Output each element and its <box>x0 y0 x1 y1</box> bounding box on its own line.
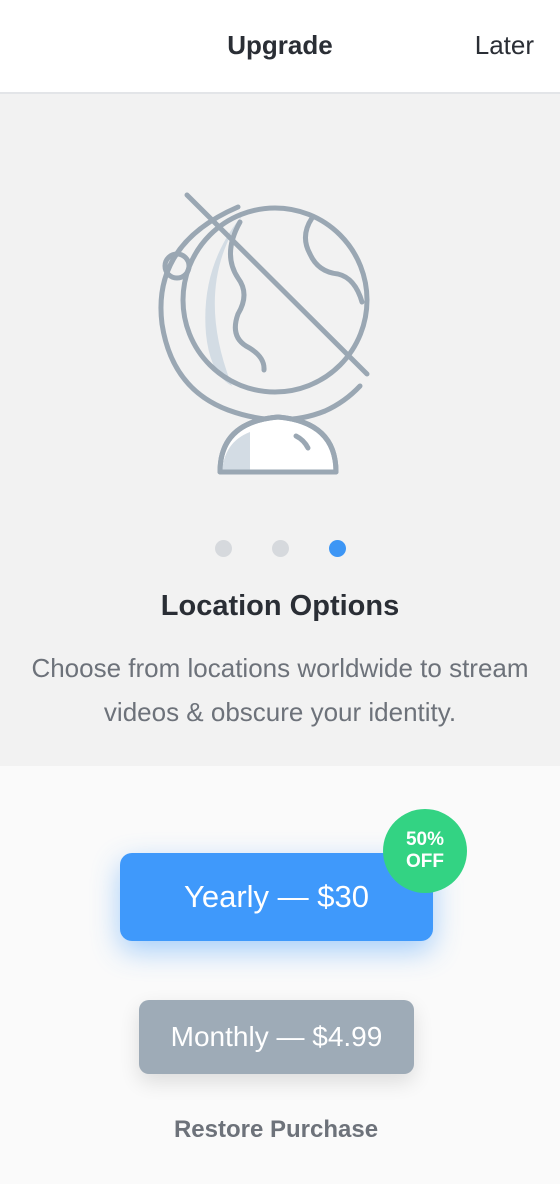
feature-description: Choose from locations worldwide to strea… <box>31 653 529 727</box>
pagination-dot-3[interactable] <box>328 540 346 557</box>
discount-badge: 50% OFF <box>383 809 467 893</box>
pagination-dot-1[interactable] <box>214 540 232 557</box>
upgrade-screen: Upgrade Later Location Options Choose fr… <box>0 0 560 1184</box>
feature-title: Location Options <box>160 590 400 622</box>
globe-icon <box>158 192 370 475</box>
later-button[interactable]: Later <box>475 30 534 61</box>
pagination-dots <box>0 540 560 557</box>
pagination-dot-2[interactable] <box>271 540 289 557</box>
discount-badge-percent: 50% <box>405 829 445 850</box>
feature-carousel: Location Options Choose from locations w… <box>0 94 560 766</box>
monthly-plan-label: Monthly — $4.99 <box>170 1021 383 1052</box>
monthly-plan-button[interactable]: Monthly — $4.99 <box>139 1000 414 1074</box>
discount-badge-off: OFF <box>406 851 444 872</box>
yearly-plan-label: Yearly — $30 <box>184 879 369 914</box>
restore-purchase-link[interactable]: Restore Purchase <box>0 1116 552 1144</box>
header-bar: Upgrade Later <box>0 0 560 94</box>
